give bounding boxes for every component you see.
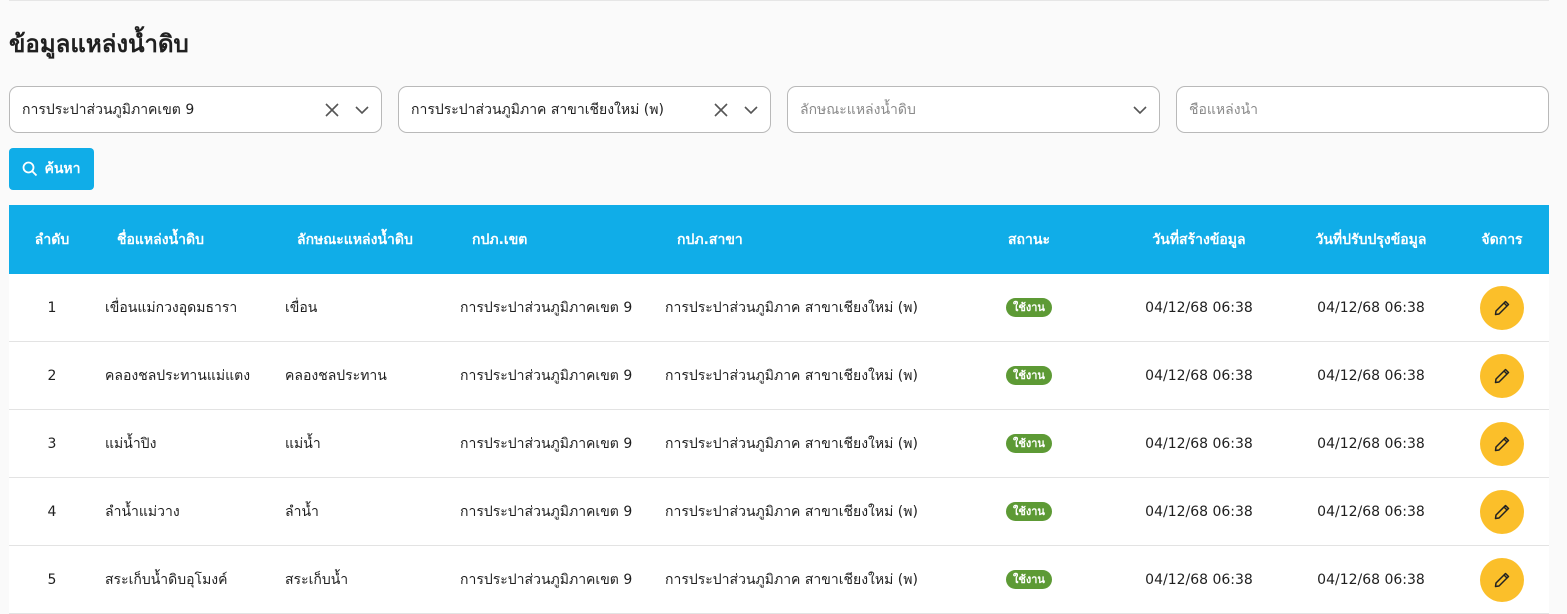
cell-type: เขื่อน [285,299,318,316]
cell-zone: การประปาส่วนภูมิภาคเขต 9 [460,571,633,588]
cell-updated: 04/12/68 06:38 [1317,503,1425,520]
pencil-icon [1494,368,1510,383]
table-row: 3 แม่น้ำปิง แม่น้ำ การประปาส่วนภูมิภาคเข… [9,410,1549,478]
search-button-label: ค้นหา [44,161,81,177]
header-zone: กปภ.เขต [472,231,528,248]
status-badge: ใช้งาน [1006,434,1052,453]
edit-button[interactable] [1480,557,1524,602]
cell-name: แม่น้ำปิง [105,435,157,452]
cell-name: สระเก็บน้ำดิบอุโมงค์ [105,571,228,588]
pencil-icon [1494,300,1510,315]
cell-status: ใช้งาน [979,478,1079,545]
clear-icon[interactable] [321,99,343,121]
source-name-input-wrapper [1176,86,1549,133]
cell-no: 2 [47,367,57,384]
header-name: ชื่อแหล่งน้ำดิบ [117,231,204,248]
table-row: 1 เขื่อนแม่กวงอุดมธารา เขื่อน การประปาส่… [9,274,1549,342]
water-source-table: ลำดับ ชื่อแหล่งน้ำดิบ ลักษณะแหล่งน้ำดิบ … [9,205,1549,614]
cell-branch: การประปาส่วนภูมิภาค สาขาเชียงใหม่ (พ) [665,571,918,588]
header-type: ลักษณะแหล่งน้ำดิบ [297,231,413,248]
cell-name: คลองชลประทานแม่แตง [105,367,251,384]
cell-updated: 04/12/68 06:38 [1317,299,1425,316]
cell-no: 1 [47,299,57,316]
cell-name: เขื่อนแม่กวงอุดมธารา [105,299,238,316]
cell-type: สระเก็บน้ำ [285,571,349,588]
cell-status: ใช้งาน [979,342,1079,409]
cell-actions [1469,478,1535,545]
chevron-down-icon[interactable] [740,99,762,121]
zone-select-value: การประปาส่วนภูมิภาคเขต 9 [22,101,195,118]
cell-branch: การประปาส่วนภูมิภาค สาขาเชียงใหม่ (พ) [665,299,918,316]
source-name-input[interactable] [1189,101,1548,118]
edit-button[interactable] [1480,353,1524,398]
cell-name: ลำน้ำแม่วาง [105,503,180,520]
cell-zone: การประปาส่วนภูมิภาคเขต 9 [460,435,633,452]
search-button[interactable]: ค้นหา [9,148,94,190]
source-type-placeholder: ลักษณะแหล่งน้ำดิบ [800,101,916,118]
chevron-down-icon[interactable] [351,99,373,121]
cell-created: 04/12/68 06:38 [1145,503,1253,520]
cell-branch: การประปาส่วนภูมิภาค สาขาเชียงใหม่ (พ) [665,503,918,520]
search-icon [23,161,38,177]
cell-created: 04/12/68 06:38 [1145,571,1253,588]
status-badge: ใช้งาน [1006,298,1052,317]
cell-created: 04/12/68 06:38 [1145,299,1253,316]
cell-no: 3 [47,435,57,452]
status-badge: ใช้งาน [1006,366,1052,385]
cell-status: ใช้งาน [979,546,1079,613]
table-body: 1 เขื่อนแม่กวงอุดมธารา เขื่อน การประปาส่… [9,274,1549,614]
pencil-icon [1494,504,1510,519]
cell-type: ลำน้ำ [285,503,319,520]
chevron-down-icon[interactable] [1129,99,1151,121]
branch-select-value: การประปาส่วนภูมิภาค สาขาเชียงใหม่ (พ) [411,101,664,118]
header-status: สถานะ [1008,231,1050,248]
page-title: ข้อมูลแหล่งน้ำดิบ [9,30,189,58]
table-row: 5 สระเก็บน้ำดิบอุโมงค์ สระเก็บน้ำ การประ… [9,546,1549,614]
cell-no: 5 [47,571,57,588]
cell-created: 04/12/68 06:38 [1145,367,1253,384]
table-header: ลำดับ ชื่อแหล่งน้ำดิบ ลักษณะแหล่งน้ำดิบ … [9,205,1549,274]
source-type-select[interactable]: ลักษณะแหล่งน้ำดิบ [787,86,1160,133]
status-badge: ใช้งาน [1006,570,1052,589]
clear-icon[interactable] [710,99,732,121]
status-badge: ใช้งาน [1006,502,1052,521]
top-divider [9,0,1549,2]
cell-status: ใช้งาน [979,274,1079,341]
cell-zone: การประปาส่วนภูมิภาคเขต 9 [460,367,633,384]
edit-button[interactable] [1480,421,1524,466]
cell-zone: การประปาส่วนภูมิภาคเขต 9 [460,503,633,520]
header-branch: กปภ.สาขา [677,231,743,248]
edit-button[interactable] [1480,489,1524,534]
cell-updated: 04/12/68 06:38 [1317,435,1425,452]
cell-branch: การประปาส่วนภูมิภาค สาขาเชียงใหม่ (พ) [665,435,918,452]
cell-actions [1469,410,1535,477]
edit-button[interactable] [1480,285,1524,330]
table-row: 4 ลำน้ำแม่วาง ลำน้ำ การประปาส่วนภูมิภาคเ… [9,478,1549,546]
filter-bar: การประปาส่วนภูมิภาคเขต 9 การประปาส่วนภูม… [9,86,1549,133]
cell-type: คลองชลประทาน [285,367,387,384]
header-no: ลำดับ [34,231,70,248]
cell-updated: 04/12/68 06:38 [1317,571,1425,588]
cell-zone: การประปาส่วนภูมิภาคเขต 9 [460,299,633,316]
header-actions: จัดการ [1481,231,1523,248]
cell-actions [1469,274,1535,341]
cell-updated: 04/12/68 06:38 [1317,367,1425,384]
pencil-icon [1494,436,1510,451]
cell-type: แม่น้ำ [285,435,321,452]
header-created: วันที่สร้างข้อมูล [1152,231,1246,248]
cell-status: ใช้งาน [979,410,1079,477]
cell-actions [1469,546,1535,613]
header-updated: วันที่ปรับปรุงข้อมูล [1315,231,1427,248]
cell-branch: การประปาส่วนภูมิภาค สาขาเชียงใหม่ (พ) [665,367,918,384]
pencil-icon [1494,572,1510,587]
cell-actions [1469,342,1535,409]
cell-created: 04/12/68 06:38 [1145,435,1253,452]
table-row: 2 คลองชลประทานแม่แตง คลองชลประทาน การประ… [9,342,1549,410]
cell-no: 4 [47,503,57,520]
branch-select[interactable]: การประปาส่วนภูมิภาค สาขาเชียงใหม่ (พ) [398,86,771,133]
zone-select[interactable]: การประปาส่วนภูมิภาคเขต 9 [9,86,382,133]
